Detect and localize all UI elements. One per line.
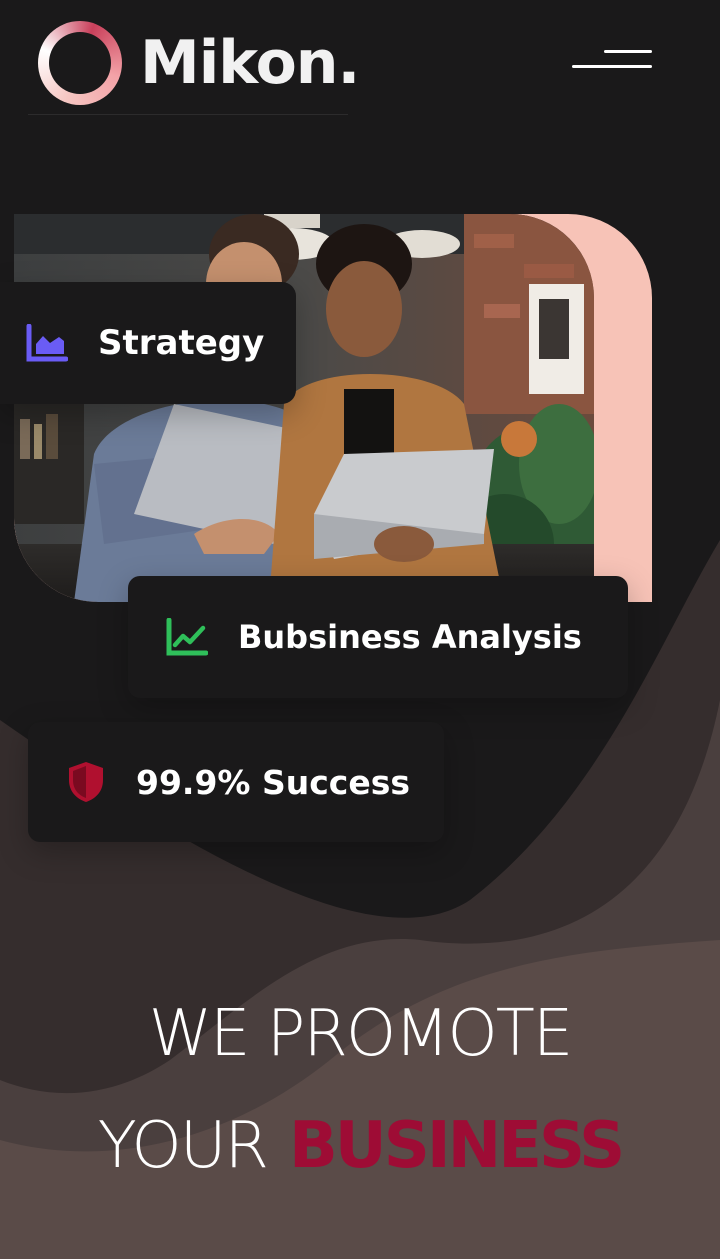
feature-card-strategy[interactable]: Strategy — [0, 282, 296, 404]
line-chart-icon — [166, 618, 208, 656]
logo-text: Mikon. — [140, 28, 360, 98]
feature-card-business-analysis[interactable]: Bubsiness Analysis — [128, 576, 628, 698]
header-divider — [28, 114, 348, 115]
feature-label: 99.9% Success — [136, 762, 411, 802]
area-chart-icon — [26, 324, 68, 362]
hamburger-menu-icon[interactable] — [566, 44, 658, 78]
logo-ring-icon — [38, 21, 122, 105]
brand-logo[interactable]: Mikon. — [38, 20, 360, 106]
headline-line-2: YOUR BUSINESS — [0, 1090, 720, 1202]
landing-page: Mikon. Strategy Bubsiness Analysis 99.9%… — [0, 0, 720, 1259]
site-header: Mikon. — [0, 0, 720, 118]
feature-label: Bubsiness Analysis — [238, 618, 582, 656]
headline-prefix: YOUR — [97, 1109, 269, 1183]
headline-line-1: WE PROMOTE — [148, 997, 574, 1071]
hero-headline: WE PROMOTE YOUR BUSINESS — [0, 978, 720, 1202]
hero-image-frame — [14, 214, 652, 602]
hero-photo — [14, 214, 594, 602]
shield-icon — [69, 762, 103, 802]
feature-label: Strategy — [98, 323, 265, 363]
feature-card-success[interactable]: 99.9% Success — [28, 722, 444, 842]
headline-accent: BUSINESS — [289, 1109, 625, 1183]
